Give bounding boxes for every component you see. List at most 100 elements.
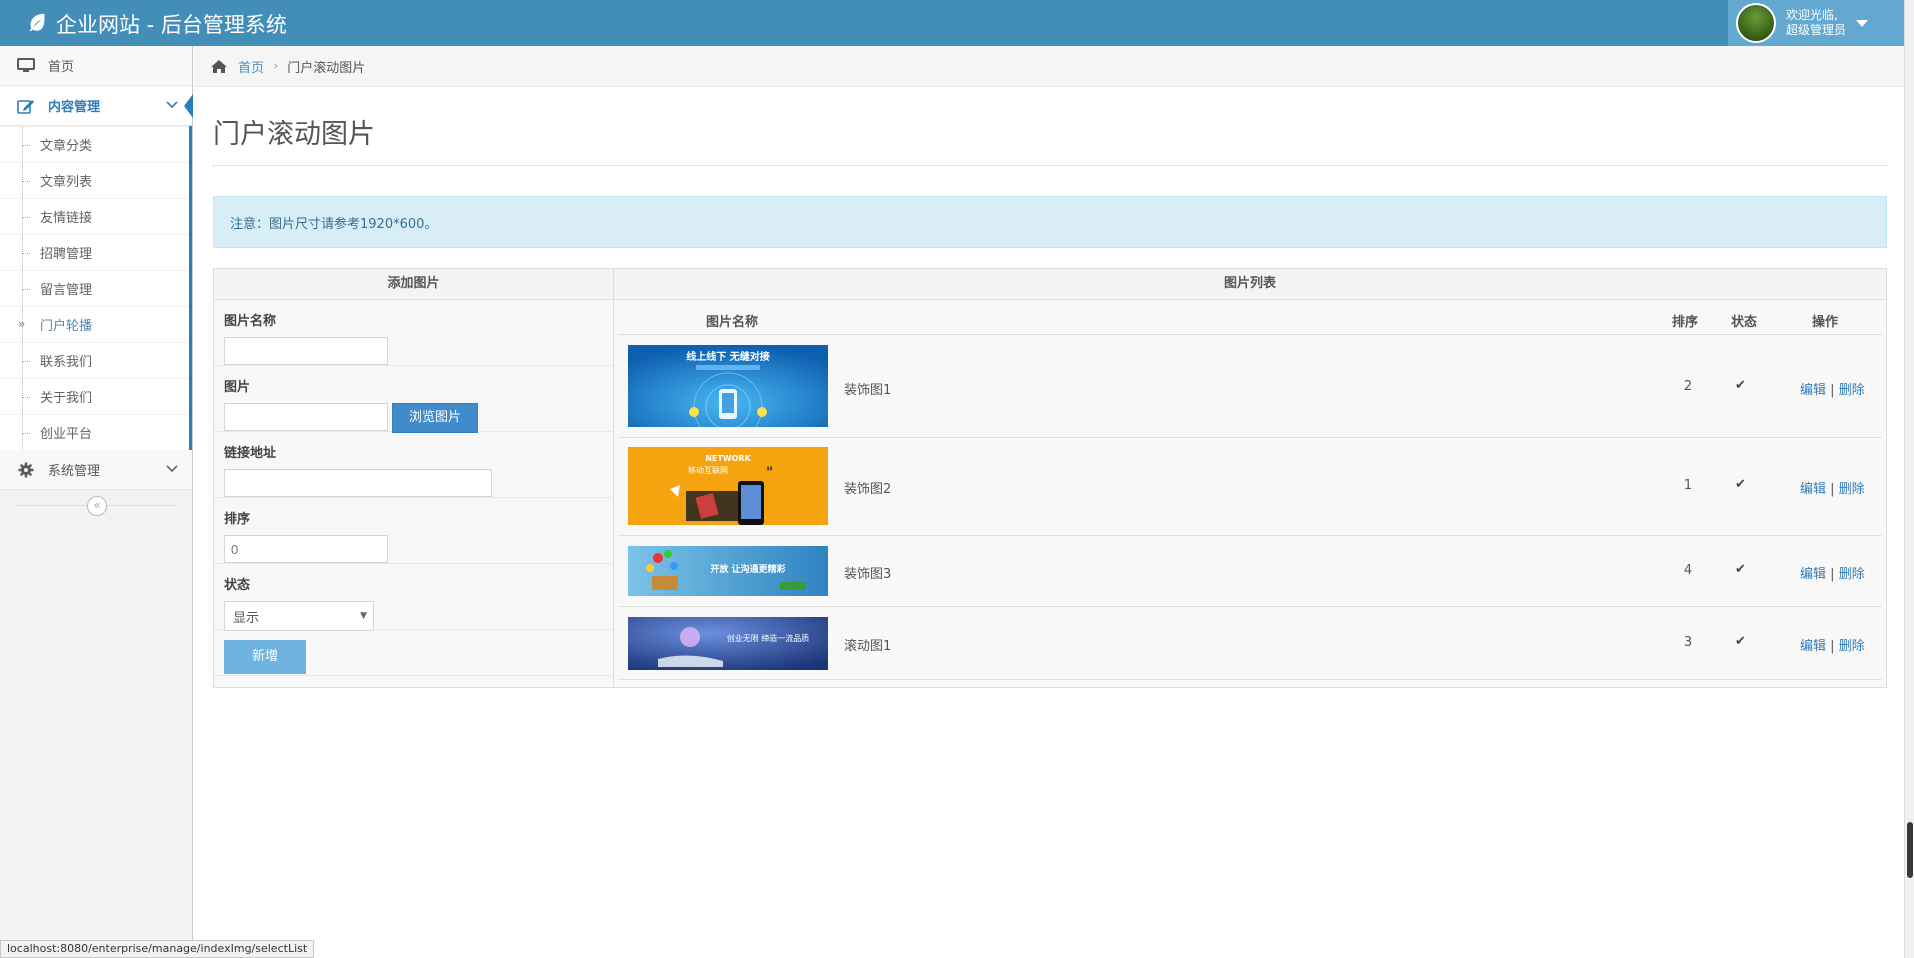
table-row: 创业无限 缔造一流品质 滚动图1 3 ✔ 编辑 | 删除 xyxy=(618,607,1882,680)
breadcrumb-current: 门户滚动图片 xyxy=(287,60,366,76)
sidebar-subitem-label: 创业平台 xyxy=(40,427,93,442)
notice-alert: 注意：图片尺寸请参考1920*600。 xyxy=(213,196,1887,248)
page-title: 门户滚动图片 xyxy=(213,119,375,150)
image-name-input[interactable] xyxy=(224,337,388,365)
action-separator: | xyxy=(1830,482,1835,497)
collapse-sidebar-button[interactable]: « xyxy=(87,496,107,516)
sidebar-subitem[interactable]: 文章列表 xyxy=(0,162,189,198)
edit-link[interactable]: 编辑 xyxy=(1800,482,1826,497)
form-group-sort: 排序 xyxy=(214,498,613,564)
page-scrollbar[interactable] xyxy=(1904,0,1914,958)
user-info: 欢迎光临, 超级管理员 xyxy=(1786,8,1846,38)
user-menu[interactable]: 欢迎光临, 超级管理员 xyxy=(1728,0,1904,46)
form-heading: 添加图片 xyxy=(214,269,613,300)
sidebar-subitem-label: 门户轮播 xyxy=(40,319,93,334)
sidebar-subitem[interactable]: 友情链接 xyxy=(0,198,189,234)
delete-link[interactable]: 删除 xyxy=(1839,383,1865,398)
image-path-input[interactable] xyxy=(224,403,388,431)
check-icon: ✔ xyxy=(1735,378,1746,393)
row-name: 装饰图1 xyxy=(844,383,892,398)
breadcrumb-separator: › xyxy=(273,58,279,74)
row-name: 滚动图1 xyxy=(844,639,892,654)
home-icon xyxy=(210,59,228,74)
sidebar-subitem[interactable]: 招聘管理 xyxy=(0,234,189,270)
sidebar-item-home[interactable]: 首页 xyxy=(0,46,192,86)
page-header: 门户滚动图片 xyxy=(213,110,1887,166)
banner-thumbnail: 创业无限 缔造一流品质 xyxy=(628,617,828,670)
link-label: 链接地址 xyxy=(224,446,277,461)
edit-link[interactable]: 编辑 xyxy=(1800,383,1826,398)
sidebar-subitem-label: 招聘管理 xyxy=(40,247,93,262)
double-angle-right-icon: » xyxy=(18,317,26,331)
sidebar-subitem-label: 友情链接 xyxy=(40,211,93,226)
breadcrumb-home-link[interactable]: 首页 xyxy=(238,57,264,76)
svg-text:移动互联网: 移动互联网 xyxy=(688,465,728,475)
leaf-icon xyxy=(26,11,48,38)
chevron-down-icon xyxy=(166,99,178,112)
form-group-status: 状态 显示 ▼ xyxy=(214,564,613,631)
content-panel: 添加图片 图片名称 图片 浏览图片 链接地址 排序 状态 显示 ▼ 新增 xyxy=(213,268,1887,688)
sidebar-subitem-label: 文章列表 xyxy=(40,175,93,190)
action-separator: | xyxy=(1830,383,1835,398)
delete-link[interactable]: 删除 xyxy=(1839,639,1865,654)
name-label: 图片名称 xyxy=(224,314,277,329)
notice-text: 注意：图片尺寸请参考1920*600。 xyxy=(230,216,438,232)
form-group-name: 图片名称 xyxy=(214,300,613,366)
form-group-submit: 新增 xyxy=(214,630,613,676)
form-group-link: 链接地址 xyxy=(214,432,613,498)
sidebar-subitem[interactable]: 留言管理 xyxy=(0,270,189,306)
svg-text:线上线下 无缝对接: 线上线下 无缝对接 xyxy=(686,350,769,363)
svg-text:开放 让沟通更精彩: 开放 让沟通更精彩 xyxy=(710,563,785,575)
gear-icon xyxy=(16,462,36,478)
svg-text:": " xyxy=(766,465,773,481)
link-url-input[interactable] xyxy=(224,469,492,497)
app-title: 企业网站 - 后台管理系统 xyxy=(56,13,287,37)
sidebar-item-label: 首页 xyxy=(48,60,75,75)
caret-down-icon[interactable] xyxy=(1856,19,1869,27)
banner-image-2: NETWORK 移动互联网 " xyxy=(628,447,828,525)
add-image-form: 添加图片 图片名称 图片 浏览图片 链接地址 排序 状态 显示 ▼ 新增 xyxy=(214,269,614,687)
col-header-ops: 操作 xyxy=(1812,315,1839,330)
sidebar-item-system[interactable]: 系统管理 xyxy=(0,450,192,490)
banner-image-1: 线上线下 无缝对接 xyxy=(628,345,828,427)
banner-thumbnail: 线上线下 无缝对接 xyxy=(628,345,828,427)
status-label: 状态 xyxy=(224,578,251,593)
sidebar: 首页 内容管理 文章分类 文章列表 友情链接 招聘管理 留言管理 » 门户轮播 联… xyxy=(0,46,193,958)
content-submenu: 文章分类 文章列表 友情链接 招聘管理 留言管理 » 门户轮播 联系我们 关于我们… xyxy=(0,126,192,450)
row-sort: 2 xyxy=(1683,379,1693,394)
check-icon: ✔ xyxy=(1735,562,1746,577)
sidebar-subitem[interactable]: 关于我们 xyxy=(0,378,189,414)
row-actions: 编辑 | 删除 xyxy=(1800,379,1865,398)
edit-link[interactable]: 编辑 xyxy=(1800,639,1826,654)
sidebar-subitem-active[interactable]: » 门户轮播 xyxy=(0,306,189,342)
sidebar-subitem-label: 联系我们 xyxy=(40,355,93,370)
sidebar-subitem-label: 关于我们 xyxy=(40,391,93,406)
browse-image-button[interactable]: 浏览图片 xyxy=(392,403,479,433)
brand[interactable]: 企业网站 - 后台管理系统 xyxy=(26,9,287,39)
action-separator: | xyxy=(1830,639,1835,654)
scrollbar-thumb[interactable] xyxy=(1907,822,1913,878)
svg-text:NETWORK: NETWORK xyxy=(705,454,751,463)
delete-link[interactable]: 删除 xyxy=(1839,482,1865,497)
delete-link[interactable]: 删除 xyxy=(1839,567,1865,582)
sidebar-subitem[interactable]: 文章分类 xyxy=(0,126,189,162)
banner-image-3: 开放 让沟通更精彩 xyxy=(628,546,828,596)
row-sort: 4 xyxy=(1683,563,1693,578)
col-header-name: 图片名称 xyxy=(706,315,759,330)
welcome-text: 欢迎光临, xyxy=(1786,8,1838,22)
edit-link[interactable]: 编辑 xyxy=(1800,567,1826,582)
table-row: NETWORK 移动互联网 " 装饰图2 1 ✔ 编辑 | 删除 xyxy=(618,438,1882,536)
table-row: 开放 让沟通更精彩 装饰图3 4 ✔ 编辑 | 删除 xyxy=(618,536,1882,607)
sidebar-subitem[interactable]: 创业平台 xyxy=(0,414,189,450)
desktop-icon xyxy=(16,58,36,74)
row-name: 装饰图3 xyxy=(844,567,892,582)
add-button[interactable]: 新增 xyxy=(224,640,306,674)
select-arrow-icon: ▼ xyxy=(360,611,367,621)
sidebar-subitem[interactable]: 联系我们 xyxy=(0,342,189,378)
sidebar-item-content[interactable]: 内容管理 xyxy=(0,86,193,126)
sort-input[interactable] xyxy=(224,535,388,563)
user-role: 超级管理员 xyxy=(1786,23,1847,37)
status-select[interactable]: 显示 ▼ xyxy=(224,601,374,631)
row-sort: 3 xyxy=(1683,635,1693,650)
chevron-down-icon xyxy=(166,463,178,476)
